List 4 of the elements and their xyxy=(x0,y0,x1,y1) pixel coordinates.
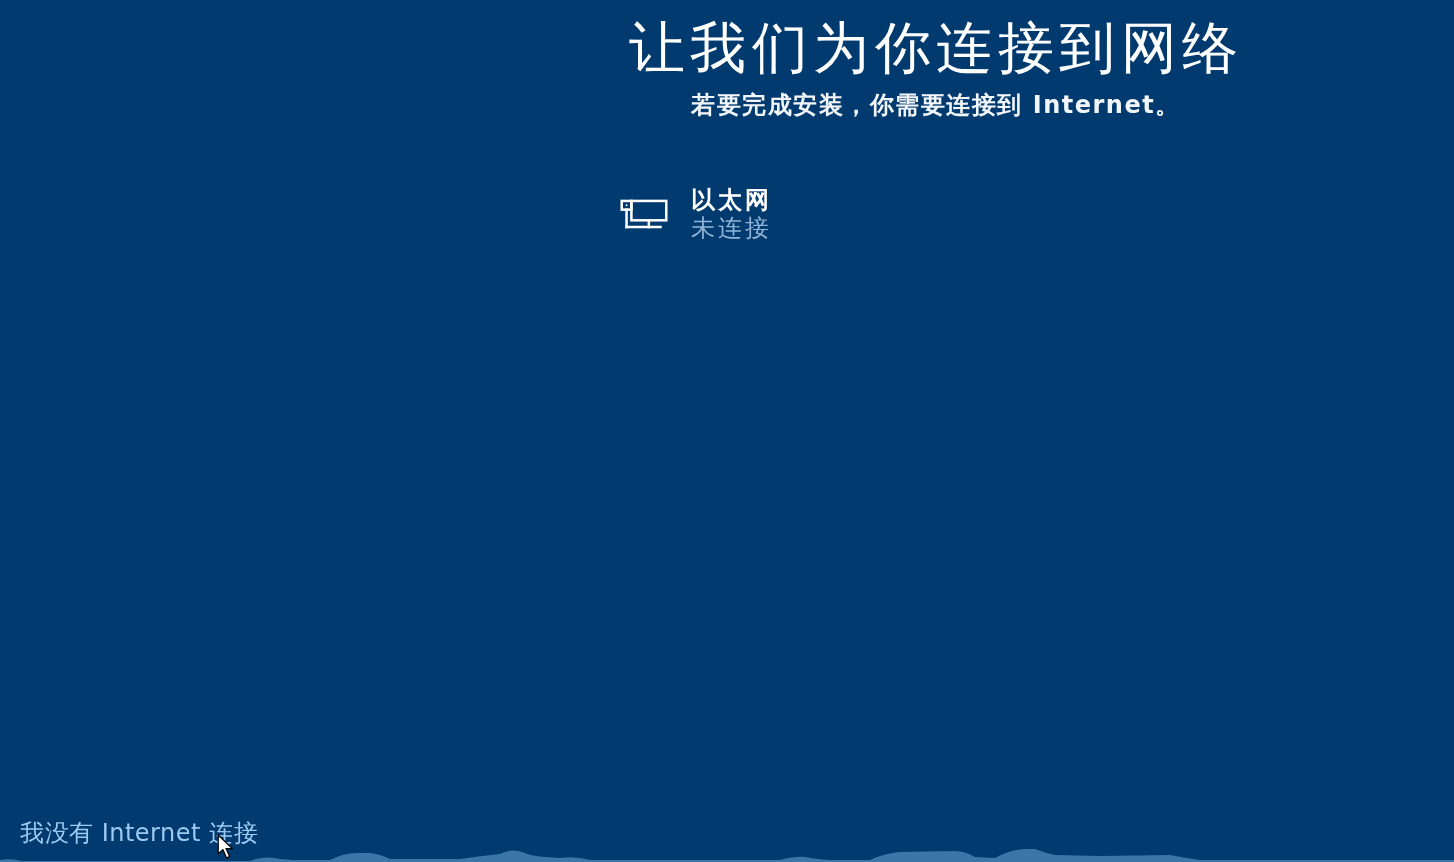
page-subtitle: 若要完成安装，你需要连接到 Internet。 xyxy=(691,90,1181,122)
wired-computer-icon xyxy=(619,198,669,230)
network-item[interactable]: 以太网 未连接 xyxy=(619,185,772,244)
page-title: 让我们为你连接到网络 xyxy=(628,16,1244,81)
